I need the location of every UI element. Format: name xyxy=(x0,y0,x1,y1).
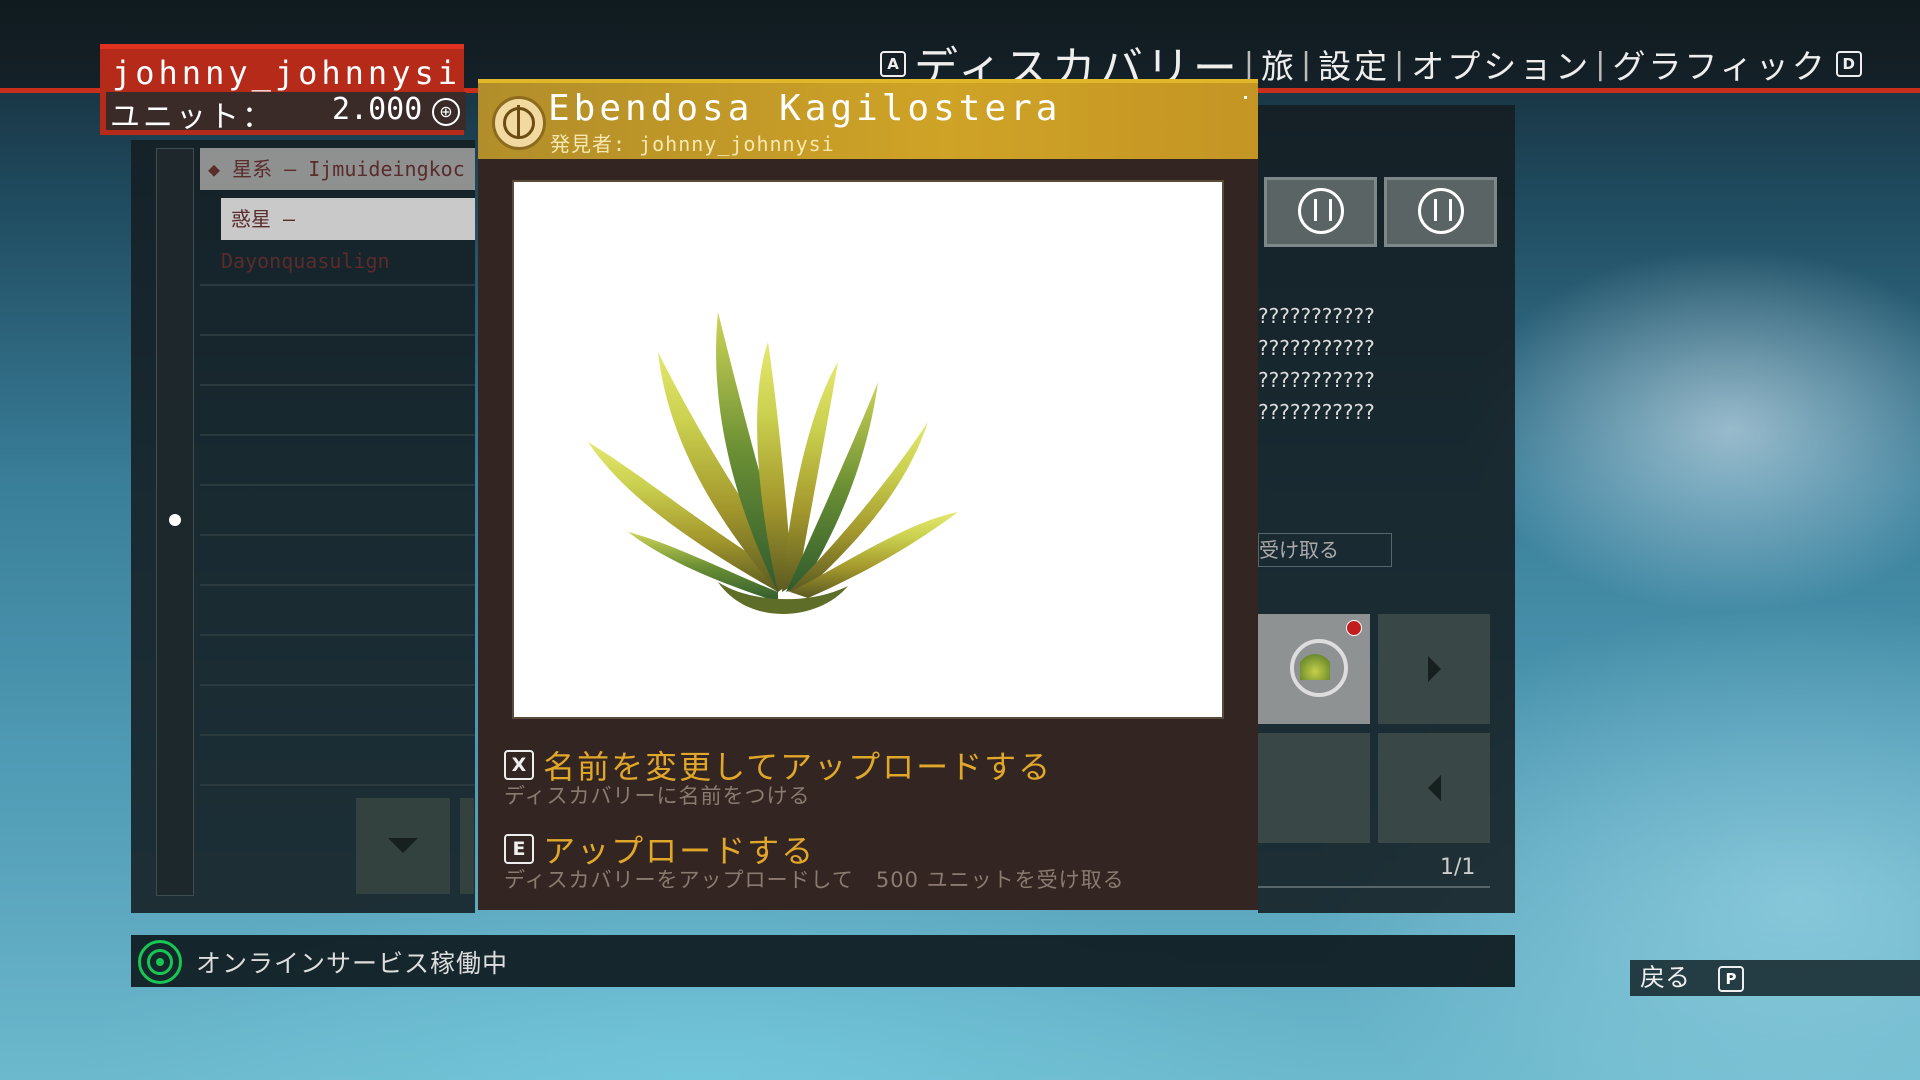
filter-button-1[interactable] xyxy=(1264,177,1377,247)
discoverer-label: 発見者: johnny_johnnysi xyxy=(550,132,835,156)
receive-label: 受け取る xyxy=(1259,538,1339,562)
nav-separator: | xyxy=(1394,46,1408,82)
username: johnny_johnnysi xyxy=(112,54,461,92)
list-item xyxy=(200,640,475,686)
list-item xyxy=(200,590,475,636)
list-item xyxy=(200,490,475,536)
prev-page-button[interactable] xyxy=(1378,733,1490,843)
back-key[interactable]: P xyxy=(1718,966,1744,992)
units-value: 2.000 xyxy=(332,92,423,127)
scroll-button-partial[interactable] xyxy=(460,798,474,894)
list-item xyxy=(200,340,475,386)
upload-key[interactable]: E xyxy=(504,834,534,864)
unknown-line: ??????????? xyxy=(1258,336,1375,360)
units-label: ユニット： xyxy=(110,100,275,135)
upload-desc: ディスカバリーをアップロードして 500 ユニットを受け取る xyxy=(504,868,1125,892)
receive-button[interactable]: 受け取る xyxy=(1258,533,1392,567)
galaxy-label: ◆ 星系 – Ijmuideingkoc xyxy=(208,157,465,181)
new-badge-icon xyxy=(1346,620,1362,636)
list-item xyxy=(200,390,475,436)
back-button[interactable]: 戻る xyxy=(1640,960,1690,996)
list-item xyxy=(200,290,475,336)
scrollbar-thumb[interactable] xyxy=(169,514,181,526)
category-icon xyxy=(1418,188,1464,234)
rename-upload-desc: ディスカバリーに名前をつける xyxy=(504,784,811,808)
unknown-line: ??????????? xyxy=(1258,368,1375,392)
unknown-line: ??????????? xyxy=(1258,304,1375,328)
list-item xyxy=(200,440,475,486)
currency-icon: ⊕ xyxy=(432,98,460,126)
discovery-thumbnail[interactable] xyxy=(1258,614,1370,724)
tab-graphics[interactable]: グラフィック xyxy=(1612,40,1827,88)
flora-icon xyxy=(492,96,546,150)
tab-journey[interactable]: 旅 xyxy=(1261,40,1297,88)
header-dot xyxy=(1244,96,1247,99)
list-item-planet[interactable]: 惑星 – Dayonquasulign xyxy=(221,198,475,273)
nav-separator: | xyxy=(1595,46,1609,82)
plant-thumbnail-icon xyxy=(1300,652,1330,680)
list-item xyxy=(200,740,475,786)
discovery-preview xyxy=(512,180,1224,719)
nav-separator: | xyxy=(1243,46,1258,82)
nav-separator: | xyxy=(1301,46,1315,82)
category-icon xyxy=(1298,188,1344,234)
nav-prev-key[interactable]: A xyxy=(880,51,906,77)
scroll-down-button[interactable] xyxy=(356,798,450,894)
rename-key[interactable]: X xyxy=(504,750,534,780)
filter-button-2[interactable] xyxy=(1384,177,1497,247)
list-item-galaxy[interactable]: ◆ 星系 – Ijmuideingkoc xyxy=(200,148,475,190)
nav-next-key[interactable]: D xyxy=(1835,51,1862,77)
plant-image xyxy=(588,312,958,614)
page-indicator: 1/1 xyxy=(1440,855,1476,880)
tab-options[interactable]: オプション xyxy=(1411,40,1591,88)
list-item xyxy=(200,690,475,736)
unknown-details: ??????????? ??????????? ??????????? ????… xyxy=(1258,300,1375,428)
discovery-title: Ebendosa Kagilostera xyxy=(548,88,1062,129)
tab-settings[interactable]: 設定 xyxy=(1318,40,1390,88)
unknown-line: ??????????? xyxy=(1258,400,1375,424)
online-status-icon xyxy=(138,940,182,984)
status-text: オンラインサービス稼働中 xyxy=(196,949,509,978)
list-item xyxy=(200,540,475,586)
planet-label: 惑星 – Dayonquasulign xyxy=(221,207,390,273)
next-page-button[interactable] xyxy=(1378,614,1490,724)
empty-slot xyxy=(1258,733,1370,843)
